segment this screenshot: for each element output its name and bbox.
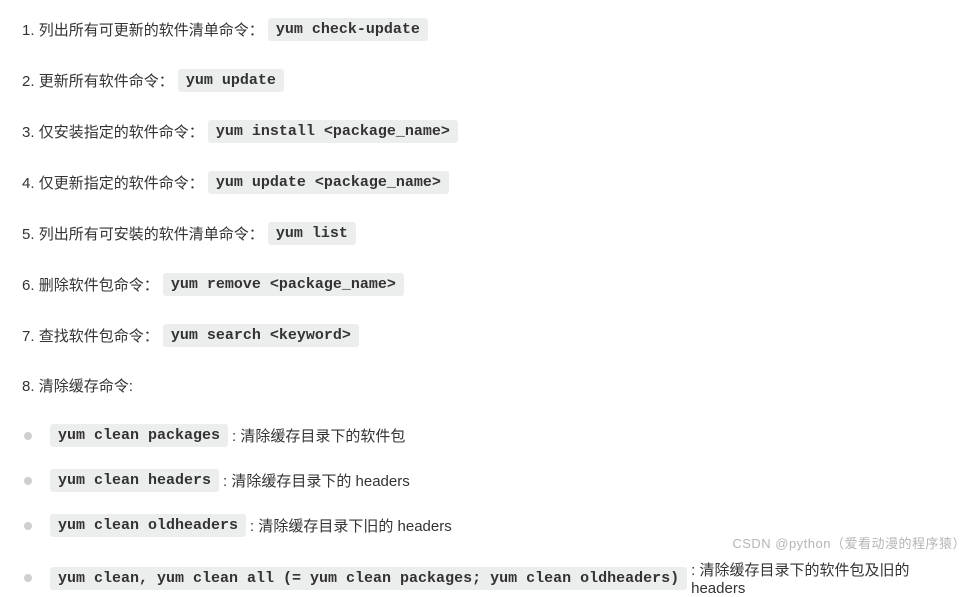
item-desc: : 清除缓存目录下的软件包及旧的 headers — [691, 559, 958, 597]
bullet-icon — [24, 522, 32, 530]
code-snippet: yum search <keyword> — [163, 324, 359, 347]
code-snippet: yum clean oldheaders — [50, 514, 246, 537]
list-item: 7. 查找软件包命令： yum search <keyword> — [22, 324, 958, 347]
item-label: 6. 删除软件包命令： — [22, 274, 159, 295]
bullet-icon — [24, 574, 32, 582]
item-label: 4. 仅更新指定的软件命令： — [22, 172, 204, 193]
bullet-icon — [24, 477, 32, 485]
code-snippet: yum clean headers — [50, 469, 219, 492]
code-snippet: yum check-update — [268, 18, 428, 41]
sub-list-item: yum clean packages : 清除缓存目录下的软件包 — [22, 424, 958, 447]
list-item: 3. 仅安装指定的软件命令： yum install <package_name… — [22, 120, 958, 143]
item-label: 1. 列出所有可更新的软件清单命令： — [22, 19, 264, 40]
sub-list: yum clean packages : 清除缓存目录下的软件包 yum cle… — [22, 424, 958, 597]
item-label: 5. 列出所有可安裝的软件清单命令： — [22, 223, 264, 244]
sub-list-item: yum clean headers : 清除缓存目录下的 headers — [22, 469, 958, 492]
item-desc: : 清除缓存目录下的软件包 — [232, 425, 405, 446]
list-item: 5. 列出所有可安裝的软件清单命令： yum list — [22, 222, 958, 245]
item-label: 8. 清除缓存命令: — [22, 375, 133, 396]
item-desc: : 清除缓存目录下旧的 headers — [250, 515, 452, 536]
list-item: 2. 更新所有软件命令： yum update — [22, 69, 958, 92]
list-item: 4. 仅更新指定的软件命令： yum update <package_name> — [22, 171, 958, 194]
code-snippet: yum update — [178, 69, 284, 92]
list-item: 8. 清除缓存命令: — [22, 375, 958, 396]
code-snippet: yum install <package_name> — [208, 120, 458, 143]
code-snippet: yum update <package_name> — [208, 171, 449, 194]
list-item: 1. 列出所有可更新的软件清单命令： yum check-update — [22, 18, 958, 41]
bullet-icon — [24, 432, 32, 440]
item-label: 7. 查找软件包命令： — [22, 325, 159, 346]
item-label: 2. 更新所有软件命令： — [22, 70, 174, 91]
code-snippet: yum clean packages — [50, 424, 228, 447]
sub-list-item: yum clean oldheaders : 清除缓存目录下旧的 headers — [22, 514, 958, 537]
item-desc: : 清除缓存目录下的 headers — [223, 470, 410, 491]
sub-list-item: yum clean, yum clean all (= yum clean pa… — [22, 559, 958, 597]
list-item: 6. 删除软件包命令： yum remove <package_name> — [22, 273, 958, 296]
code-snippet: yum clean, yum clean all (= yum clean pa… — [50, 567, 687, 590]
item-label: 3. 仅安装指定的软件命令： — [22, 121, 204, 142]
code-snippet: yum remove <package_name> — [163, 273, 404, 296]
code-snippet: yum list — [268, 222, 356, 245]
